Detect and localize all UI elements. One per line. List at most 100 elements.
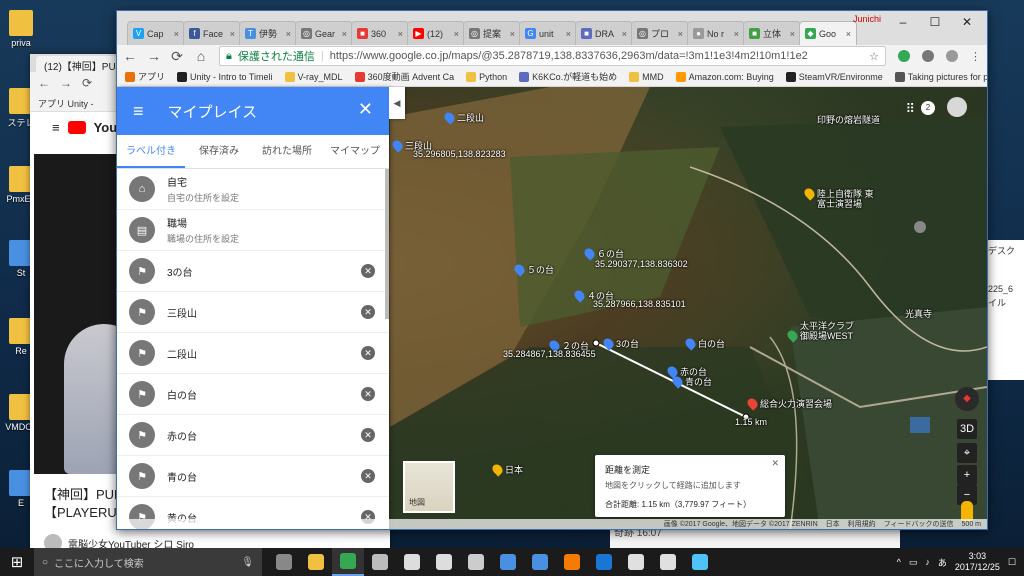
forward-button[interactable]: → — [147, 48, 161, 64]
close-tab-icon[interactable]: × — [342, 29, 347, 39]
maximize-button[interactable]: ☐ — [919, 11, 951, 33]
remove-place-icon[interactable]: ✕ — [361, 264, 375, 278]
browser-tab[interactable]: ■ 360 × — [351, 21, 409, 45]
bookmark-item[interactable]: Amazon.com: Buying — [675, 71, 774, 82]
reload-icon[interactable]: ⟳ — [82, 76, 92, 90]
close-tab-icon[interactable]: × — [678, 29, 683, 39]
bookmark-item[interactable]: 360度動画 Advent Ca — [354, 70, 454, 83]
taskbar-blender[interactable] — [556, 548, 588, 576]
taskbar-app-13[interactable] — [652, 548, 684, 576]
taskbar-unity-2[interactable] — [428, 548, 460, 576]
zoom-in-button[interactable]: + — [957, 465, 977, 485]
browser-tab[interactable]: ■ DRA × — [575, 21, 633, 45]
browser-tab[interactable]: Gunit × — [519, 21, 577, 45]
title-bar[interactable]: V Cap × f Face × T 伊勢 × ◎ Gear × ■ 360 × ▶ (12) × ◎ 提案 × Guni… — [117, 11, 987, 45]
place-item[interactable]: ⚑ 赤の台 ✕ — [117, 415, 389, 456]
home-button[interactable]: ⌂ — [195, 48, 207, 64]
map-label[interactable]: 総合火力演習会場 — [760, 397, 832, 410]
compass-icon[interactable]: ◆ — [955, 387, 979, 411]
bookmark-item[interactable]: Python — [466, 71, 507, 82]
pegman-icon[interactable] — [961, 501, 973, 521]
volume-icon[interactable]: ♪ — [925, 557, 930, 567]
minimize-button[interactable]: – — [887, 11, 919, 33]
map-label[interactable]: 35.296805,138.823283 — [413, 149, 506, 159]
close-tab-icon[interactable]: × — [174, 29, 179, 39]
panel-tab[interactable]: 保存済み — [185, 135, 253, 168]
remove-place-icon[interactable]: ✕ — [361, 387, 375, 401]
panel-tab[interactable]: 訪れた場所 — [253, 135, 321, 168]
clock[interactable]: 3:03 2017/12/25 — [955, 551, 1000, 573]
browser-tab[interactable]: f Face × — [183, 21, 241, 45]
close-button[interactable]: ✕ — [951, 11, 983, 33]
reload-button[interactable]: ⟳ — [171, 48, 183, 65]
my-location-button[interactable]: ⌖ — [957, 443, 977, 463]
map-label[interactable]: 白の台 — [698, 337, 725, 350]
panel-tab[interactable]: ラベル付き — [117, 135, 185, 168]
browser-tab[interactable]: T 伊勢 × — [239, 21, 297, 45]
bookmark-item[interactable]: V-ray_MDL — [284, 71, 343, 82]
bookmark-item[interactable]: Taking pictures for ph — [894, 71, 987, 82]
bookmark-item[interactable]: アプリ — [125, 70, 165, 83]
3d-toggle-button[interactable]: 3D — [957, 419, 977, 439]
close-tab-icon[interactable]: × — [790, 29, 795, 39]
extension-icon[interactable] — [898, 50, 910, 62]
channel-info[interactable]: 電脳少女YouTuber シロ Siro — [44, 534, 194, 548]
map-label[interactable]: 光真寺 — [905, 307, 932, 320]
place-item[interactable]: ⌂ 自宅 自宅の住所を設定 — [117, 169, 389, 210]
notifications-icon[interactable]: ☐ — [1008, 557, 1016, 568]
close-tab-icon[interactable]: × — [230, 29, 235, 39]
bookmark-item[interactable]: SteamVR/Environme — [785, 71, 883, 82]
bookmark-item[interactable]: Unity - Intro to Timeli — [177, 71, 273, 82]
place-item[interactable]: ⚑ 白の台 ✕ — [117, 374, 389, 415]
browser-tab[interactable]: ▶ (12) × — [407, 21, 465, 45]
map-type-toggle[interactable]: 地図 — [403, 461, 455, 513]
footer-item[interactable]: フィードバックの送信 — [884, 519, 954, 529]
map-label[interactable]: 富士演習場 — [817, 197, 862, 210]
map-label[interactable]: 印野の熔岩隧道 — [817, 113, 880, 126]
network-icon[interactable]: ▭ — [909, 557, 918, 568]
profile-name[interactable]: Junichi — [853, 14, 881, 24]
tray-chevron-icon[interactable]: ^ — [897, 557, 901, 567]
place-item[interactable]: ⚑ 青の台 ✕ — [117, 456, 389, 497]
browser-tab[interactable]: ◎ 提案 × — [463, 21, 521, 45]
youtube-logo-icon[interactable] — [67, 120, 86, 134]
ime-icon[interactable]: あ — [938, 556, 947, 569]
remove-place-icon[interactable]: ✕ — [361, 469, 375, 483]
browser-tab[interactable]: ◎ Gear × — [295, 21, 353, 45]
browser-tab[interactable]: ■ 立体 × — [743, 21, 801, 45]
apps-grid-icon[interactable]: ⠿ — [905, 101, 915, 117]
taskbar-search[interactable]: ○ ここに入力して検索 🎙︎ — [34, 548, 262, 576]
extension-icon-3[interactable] — [946, 50, 958, 62]
browser-tab[interactable]: ● No r × — [687, 21, 745, 45]
back-button[interactable]: ← — [123, 48, 137, 64]
taskbar-steam[interactable] — [460, 548, 492, 576]
taskbar-app-11[interactable] — [588, 548, 620, 576]
place-item[interactable]: ⚑ 三段山 ✕ — [117, 292, 389, 333]
map-label[interactable]: ５の台 — [527, 263, 554, 276]
taskbar-app-14[interactable] — [684, 548, 716, 576]
taskbar-app-8[interactable] — [492, 548, 524, 576]
chrome-window[interactable]: V Cap × f Face × T 伊勢 × ◎ Gear × ■ 360 × ▶ (12) × ◎ 提案 × Guni… — [116, 10, 988, 530]
map-label[interactable]: 35.284867,138.836455 — [503, 349, 596, 359]
microphone-icon[interactable]: 🎙︎ — [241, 557, 254, 568]
place-item[interactable]: ⚑ 3の台 ✕ — [117, 251, 389, 292]
taskbar-unity[interactable] — [396, 548, 428, 576]
browser-tab[interactable]: ◎ プロ × — [631, 21, 689, 45]
close-tab-icon[interactable]: × — [846, 29, 851, 39]
close-tab-icon[interactable]: × — [510, 29, 515, 39]
map-label[interactable]: 3の台 — [616, 337, 639, 350]
hamburger-menu-icon[interactable]: ≡ — [133, 101, 144, 122]
account-avatar[interactable] — [947, 97, 967, 117]
browser-tab[interactable]: V Cap × — [127, 21, 185, 45]
star-icon[interactable]: ☆ — [869, 50, 879, 63]
chrome-menu-icon[interactable]: ⋮ — [970, 50, 981, 63]
place-item[interactable]: ▤ 職場 職場の住所を設定 — [117, 210, 389, 251]
scrollbar[interactable] — [385, 169, 389, 319]
remove-place-icon[interactable]: ✕ — [361, 305, 375, 319]
close-tab-icon[interactable]: × — [622, 29, 627, 39]
forward-icon[interactable]: → — [60, 76, 72, 90]
bookmark-item[interactable]: MMD — [629, 71, 664, 82]
remove-place-icon[interactable]: ✕ — [361, 428, 375, 442]
background-window-right[interactable]: デスク 225_6 イル — [986, 240, 1024, 380]
map-label[interactable]: 日本 — [505, 463, 523, 476]
